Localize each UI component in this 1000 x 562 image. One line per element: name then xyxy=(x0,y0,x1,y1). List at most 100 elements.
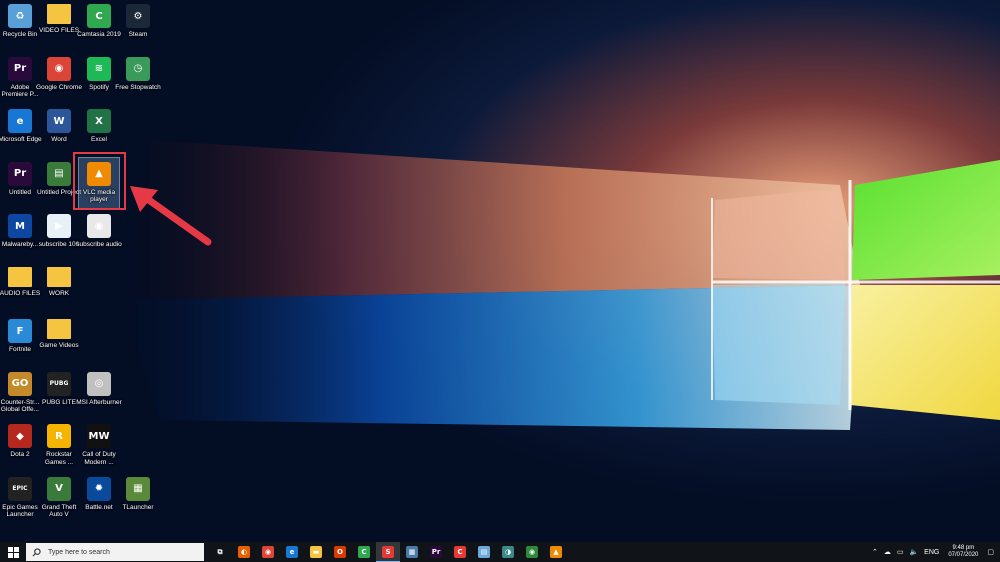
clock[interactable]: 9:48 pm 07/07/2020 xyxy=(942,545,984,559)
desktop-icon-tlauncher[interactable]: ▦ TLauncher xyxy=(118,473,158,523)
desktop-icon-epic[interactable]: EPIC Epic Games Launcher xyxy=(0,473,40,523)
desktop-icon-malwarebytes[interactable]: M Malwareby... xyxy=(0,210,40,260)
spotify-icon: ≋ xyxy=(87,56,111,81)
language-indicator[interactable]: ENG xyxy=(921,549,942,556)
taskbar-search-box[interactable] xyxy=(26,543,204,561)
snagit-icon: S xyxy=(382,545,394,558)
desktop-icon-folder[interactable]: Game Videos xyxy=(39,315,79,365)
clock-time: 9:48 pm xyxy=(952,545,975,551)
taskbar-app-file-explorer[interactable]: ▬ xyxy=(304,542,328,562)
desktop-icon-rockstar[interactable]: R Rockstar Games ... xyxy=(39,420,79,470)
search-input[interactable] xyxy=(46,547,190,557)
annotation-arrow-icon xyxy=(130,186,212,246)
edge-icon: e xyxy=(286,546,298,558)
desktop-icon-chrome[interactable]: ◉ Google Chrome xyxy=(36,53,82,103)
taskbar-app-network-tool[interactable]: ◑ xyxy=(496,542,520,562)
taskbar-app-chrome[interactable]: ◉ xyxy=(256,542,280,562)
video-file-icon: ▶ xyxy=(47,214,71,238)
task-view-icon: ⧉ xyxy=(214,546,226,558)
desktop-icon-label: TLauncher xyxy=(122,503,154,511)
folder-icon xyxy=(47,4,71,24)
premiere-icon: Pr xyxy=(430,546,442,558)
taskbar: ⧉◐◉e▬OCS▦PrC▤◑◉▲ ⌃ ☁ ▭ 🔈 ENG 9:48 pm 07/… xyxy=(0,542,1000,562)
desktop-icon-csgo[interactable]: GO Counter-Str... Global Offe... xyxy=(0,368,40,418)
taskbar-app-snagit[interactable]: S xyxy=(376,542,400,562)
msi-icon: ◎ xyxy=(87,371,111,396)
desktop-icon-video-file[interactable]: ▶ subscribe 100 xyxy=(39,210,79,260)
volume-icon[interactable]: 🔈 xyxy=(906,548,921,556)
taskbar-app-task-view[interactable]: ⧉ xyxy=(208,542,232,562)
desktop-icon-premiere[interactable]: Pr Adobe Premiere P... xyxy=(0,53,40,103)
taskbar-app-calculator[interactable]: ▦ xyxy=(400,542,424,562)
desktop-icon-word[interactable]: W Word xyxy=(39,105,79,155)
camtasia-recorder-icon: C xyxy=(454,546,466,558)
dota-icon: ◆ xyxy=(8,424,32,448)
desktop-icon-label: Call of Duty Modern ... xyxy=(82,451,116,466)
desktop-icon-fortnite[interactable]: F Fortnite xyxy=(0,315,40,365)
taskbar-app-notepad[interactable]: ▤ xyxy=(472,542,496,562)
recycle-bin-icon: ♻ xyxy=(8,4,32,28)
desktop-icon-pubg[interactable]: PUBG PUBG LITE xyxy=(39,368,79,418)
clock-date: 07/07/2020 xyxy=(948,552,979,558)
rockstar-icon: R xyxy=(47,424,71,448)
notifications-icon[interactable]: ▢ xyxy=(984,548,1000,556)
file-explorer-icon: ▬ xyxy=(310,546,322,558)
desktop-icon-label: subscribe audio xyxy=(76,241,122,248)
folder-icon xyxy=(47,319,71,339)
audio-file-icon: ◉ xyxy=(87,214,111,238)
windows-logo-icon xyxy=(7,546,19,558)
desktop-icon-gta[interactable]: V Grand Theft Auto V xyxy=(39,473,79,523)
highlight-box xyxy=(73,152,126,210)
desktop-icon-stopwatch[interactable]: ◷ Free Stopwatch xyxy=(115,53,161,103)
premiere-project-icon: Pr xyxy=(8,161,32,186)
premiere-icon: Pr xyxy=(8,56,32,81)
taskbar-app-vlc[interactable]: ▲ xyxy=(544,542,568,562)
taskbar-pinned-apps: ⧉ ◐ ◉ e ▬ O C S ▦ Pr C ▤ ◑ ◉ ▲ xyxy=(208,542,568,562)
desktop-icon-label: Free Stopwatch xyxy=(115,83,161,91)
desktop-icon-spotify[interactable]: ≋ Spotify xyxy=(79,53,119,103)
fortnite-icon: F xyxy=(8,319,32,343)
chrome-icon: ◉ xyxy=(262,546,274,558)
desktop-icon-steam[interactable]: ⚙ Steam xyxy=(118,0,158,50)
taskbar-app-premiere[interactable]: Pr xyxy=(424,542,448,562)
onedrive-icon[interactable]: ☁ xyxy=(881,548,894,556)
office-icon: O xyxy=(334,546,346,558)
excel-icon: X xyxy=(87,109,111,133)
steam-icon: ⚙ xyxy=(126,4,150,28)
desktop-icon-camtasia[interactable]: C Camtasia 2019 xyxy=(77,0,121,50)
desktop-icon-label: Excel xyxy=(91,136,107,143)
desktop-icon-excel[interactable]: X Excel xyxy=(79,105,119,155)
network-icon[interactable]: ▭ xyxy=(894,548,907,556)
taskbar-app-camtasia[interactable]: C xyxy=(352,542,376,562)
desktop-icon-cod[interactable]: MW Call of Duty Modern ... xyxy=(79,420,119,470)
desktop-icon-audio-file[interactable]: ◉ subscribe audio xyxy=(76,210,122,260)
taskbar-app-office[interactable]: O xyxy=(328,542,352,562)
start-button[interactable] xyxy=(0,542,26,562)
desktop-icon-premiere-project[interactable]: Pr Untitled xyxy=(0,158,40,208)
desktop-icon-battlenet[interactable]: ✹ Battle.net xyxy=(79,473,119,523)
desktop-icon-folder[interactable]: AUDIO FILES xyxy=(0,263,40,313)
desktop-icon-folder[interactable]: VIDEO FILES xyxy=(39,0,79,50)
folder-icon xyxy=(8,266,32,287)
desktop-icon-recycle-bin[interactable]: ♻ Recycle Bin xyxy=(0,0,40,50)
taskbar-app-chrome-alt[interactable]: ◉ xyxy=(520,542,544,562)
desktop-icon-folder[interactable]: WORK xyxy=(39,263,79,313)
taskbar-app-camtasia-recorder[interactable]: C xyxy=(448,542,472,562)
desktop-icon-label: MSI Afterburner xyxy=(76,398,122,406)
word-icon: W xyxy=(47,109,71,133)
taskbar-app-edge[interactable]: e xyxy=(280,542,304,562)
firefox-like-icon: ◐ xyxy=(238,546,250,558)
desktop-icon-msi[interactable]: ◎ MSI Afterburner xyxy=(76,368,122,418)
taskbar-app-firefox-like[interactable]: ◐ xyxy=(232,542,256,562)
network-tool-icon: ◑ xyxy=(502,546,514,558)
chrome-alt-icon: ◉ xyxy=(526,546,538,558)
desktop-icon-dota[interactable]: ◆ Dota 2 xyxy=(0,420,40,470)
notepad-icon: ▤ xyxy=(478,546,490,558)
desktop-icon-edge[interactable]: e Microsoft Edge xyxy=(0,105,42,155)
calculator-icon: ▦ xyxy=(406,546,418,558)
gta-icon: V xyxy=(47,476,71,501)
csgo-icon: GO xyxy=(8,371,32,396)
show-hidden-icons-icon[interactable]: ⌃ xyxy=(869,548,881,556)
desktop-icon-label: WORK xyxy=(48,289,70,297)
battlenet-icon: ✹ xyxy=(87,476,111,501)
